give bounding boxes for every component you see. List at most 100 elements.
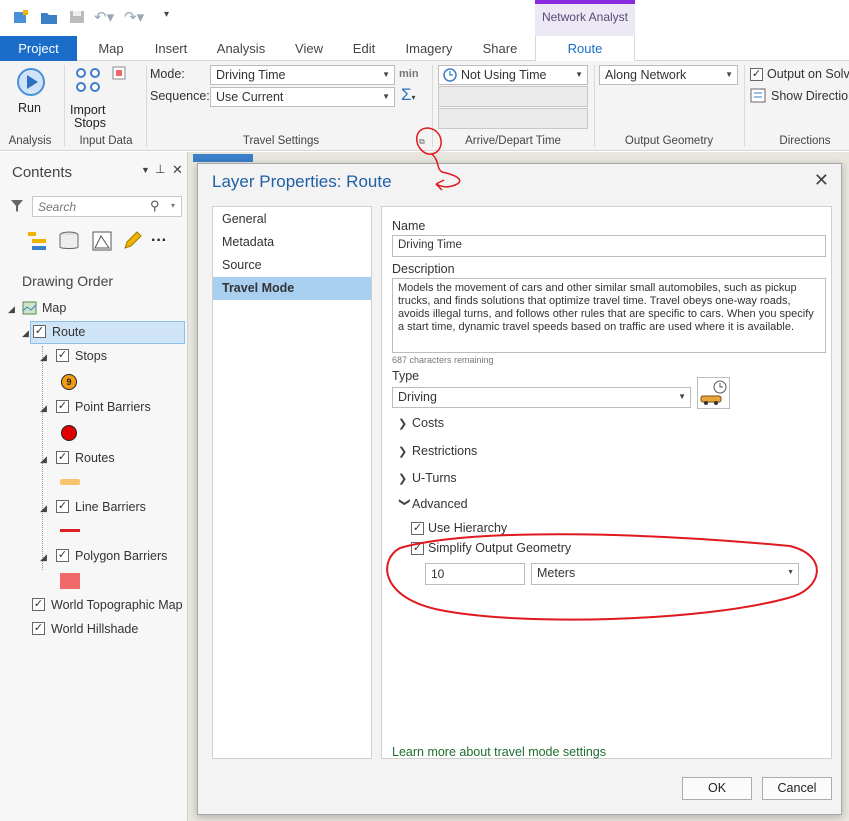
tree-world-hillshade[interactable]: ✓ World Hillshade <box>32 618 187 640</box>
routes-checkbox[interactable]: ✓ <box>56 451 69 464</box>
simplify-unit-dropdown[interactable]: Meters ▼ <box>531 563 799 585</box>
import-stops-label-2: Stops <box>74 116 106 130</box>
tree-point-barriers[interactable]: ◢ ✓ Point Barriers <box>40 396 185 418</box>
contents-pane: Contents ▼ ⊥ ✕ Search ⚲ ▾ ··· Drawing Or… <box>0 152 188 821</box>
type-dropdown[interactable]: Driving ▼ <box>392 387 691 408</box>
tree-line-barriers[interactable]: ◢ ✓ Line Barriers <box>40 496 180 518</box>
routes-layer-label: Routes <box>75 451 115 465</box>
section-restrictions[interactable]: ❯ Restrictions <box>398 444 477 458</box>
chevron-down-icon: ❯ <box>398 497 411 507</box>
nav-item-travel-mode[interactable]: Travel Mode <box>213 277 371 300</box>
add-item-icon[interactable] <box>112 66 130 82</box>
tree-world-topo[interactable]: ✓ World Topographic Map <box>32 594 187 616</box>
map-tab-indicator <box>193 154 253 162</box>
world-topo-checkbox[interactable]: ✓ <box>32 598 45 611</box>
use-hierarchy-label: Use Hierarchy <box>428 521 508 535</box>
group-label-directions: Directions <box>779 135 831 147</box>
world-topo-label: World Topographic Map <box>51 598 183 612</box>
tab-insert[interactable]: Insert <box>146 36 196 61</box>
filter-icon[interactable] <box>10 198 24 214</box>
simplify-tolerance-input[interactable]: 10 <box>425 563 525 585</box>
new-project-icon[interactable] <box>12 9 30 25</box>
map-layer-label: Map <box>42 301 67 315</box>
route-checkbox[interactable]: ✓ <box>33 325 46 338</box>
polygon-barriers-checkbox[interactable]: ✓ <box>56 549 69 562</box>
sequence-dropdown[interactable]: Use Current ▼ <box>210 87 395 107</box>
close-icon[interactable]: ✕ <box>172 162 183 178</box>
pane-options-icon[interactable]: ▼ <box>141 165 150 175</box>
ok-button[interactable]: OK <box>682 777 752 800</box>
open-folder-icon[interactable] <box>40 9 58 25</box>
save-icon[interactable] <box>68 9 86 25</box>
run-button[interactable]: Run <box>12 65 50 123</box>
ribbon-tabs: Project Map Insert Analysis View Edit Im… <box>0 36 849 62</box>
time-dropdown[interactable]: Not Using Time ▼ <box>438 65 588 85</box>
stops-checkbox[interactable]: ✓ <box>56 349 69 362</box>
output-on-solve-checkbox[interactable]: ✓ <box>750 68 763 81</box>
travel-mode-type-button[interactable] <box>697 377 730 409</box>
import-stops-button[interactable]: Import Stops <box>68 65 112 130</box>
tree-polygon-barriers[interactable]: ◢ ✓ Polygon Barriers <box>40 545 185 567</box>
learn-more-link[interactable]: Learn more about travel mode settings <box>392 745 606 759</box>
nav-item-general[interactable]: General <box>213 208 371 231</box>
chevron-down-icon: ▼ <box>678 392 686 401</box>
tab-view[interactable]: View <box>287 36 331 61</box>
sigma-icon[interactable]: Σ▾ <box>401 85 416 105</box>
point-barriers-checkbox[interactable]: ✓ <box>56 400 69 413</box>
close-icon[interactable]: ✕ <box>814 170 829 191</box>
mode-dropdown[interactable]: Driving Time ▼ <box>210 65 395 85</box>
description-textarea[interactable]: Models the movement of cars and other si… <box>392 278 826 353</box>
tab-analysis[interactable]: Analysis <box>211 36 271 61</box>
tab-imagery[interactable]: Imagery <box>398 36 460 61</box>
show-directions-button[interactable]: Show Directions <box>771 89 849 103</box>
section-advanced[interactable]: ❯ Advanced <box>398 497 468 511</box>
travel-mode-panel: Name Driving Time Description Models the… <box>381 206 832 759</box>
cancel-button[interactable]: Cancel <box>762 777 832 800</box>
list-by-data-source-icon[interactable] <box>58 231 80 251</box>
sequence-label: Sequence: <box>150 89 210 103</box>
nav-item-metadata[interactable]: Metadata <box>213 231 371 254</box>
point-barriers-label: Point Barriers <box>75 400 151 414</box>
more-options-icon[interactable]: ··· <box>151 232 167 250</box>
tree-stops[interactable]: ◢ ✓ Stops <box>40 345 180 367</box>
group-label-output-geometry: Output Geometry <box>624 135 714 147</box>
line-barriers-label: Line Barriers <box>75 500 146 514</box>
undo-icon[interactable]: ↶▾ <box>94 8 114 26</box>
output-geometry-dropdown[interactable]: Along Network ▼ <box>599 65 738 85</box>
list-by-selection-icon[interactable] <box>91 230 113 252</box>
section-costs[interactable]: ❯ Costs <box>398 416 444 430</box>
section-u-turns[interactable]: ❯ U-Turns <box>398 471 457 485</box>
chevron-down-icon[interactable]: ▾ <box>171 201 175 210</box>
mode-label: Mode: <box>150 67 185 81</box>
search-icon[interactable]: ⚲ <box>150 198 160 214</box>
mode-unit: min <box>399 68 419 80</box>
date-field-disabled <box>438 86 588 107</box>
dialog-launcher-icon[interactable]: ⧉ <box>419 137 425 147</box>
tree-routes[interactable]: ◢ ✓ Routes <box>40 447 180 469</box>
customize-toolbar-icon[interactable]: ▾ <box>164 9 169 20</box>
tab-share[interactable]: Share <box>476 36 524 61</box>
world-hillshade-checkbox[interactable]: ✓ <box>32 622 45 635</box>
nav-item-source[interactable]: Source <box>213 254 371 277</box>
line-barriers-checkbox[interactable]: ✓ <box>56 500 69 513</box>
list-by-drawing-order-icon[interactable] <box>26 230 50 252</box>
tree-map[interactable]: ◢ Map <box>8 297 178 319</box>
tree-route[interactable]: ◢ ✓ Route <box>22 321 182 343</box>
tab-route[interactable]: Route <box>535 36 635 62</box>
tab-map[interactable]: Map <box>88 36 134 61</box>
list-by-editing-icon[interactable] <box>121 230 143 252</box>
simplify-output-checkbox[interactable]: ✓ <box>411 542 424 555</box>
chevron-down-icon: ▼ <box>382 92 390 101</box>
stops-layer-label: Stops <box>75 349 107 363</box>
tab-edit[interactable]: Edit <box>344 36 384 61</box>
chevron-right-icon: ❯ <box>398 473 408 485</box>
tab-project[interactable]: Project <box>0 36 77 61</box>
time-field-disabled <box>438 108 588 129</box>
chevron-down-icon: ▼ <box>787 569 794 576</box>
use-hierarchy-checkbox[interactable]: ✓ <box>411 522 424 535</box>
import-stops-icon <box>76 68 100 92</box>
search-input[interactable]: Search ⚲ ▾ <box>32 196 182 217</box>
pin-icon[interactable]: ⊥ <box>155 162 165 176</box>
redo-icon[interactable]: ↷▾ <box>124 8 144 26</box>
name-input[interactable]: Driving Time <box>392 235 826 257</box>
